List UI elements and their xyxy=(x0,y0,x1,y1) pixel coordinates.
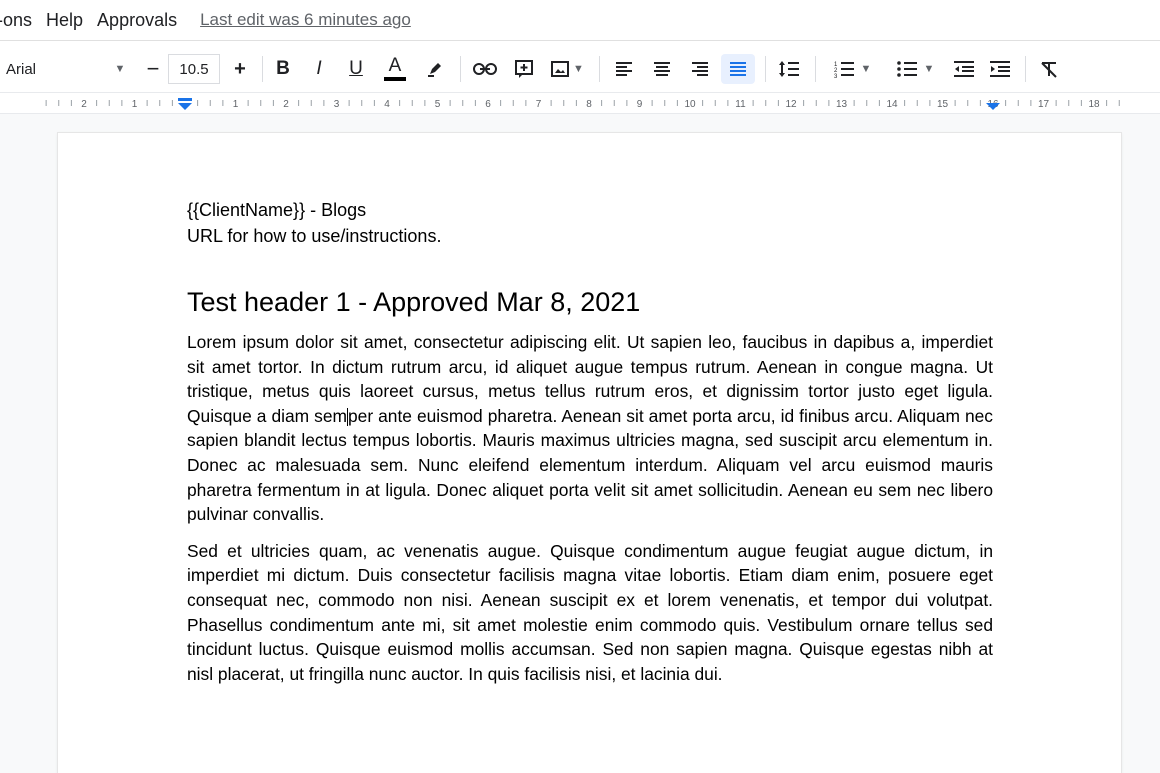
ruler-label: 10 xyxy=(684,99,696,110)
align-center-icon[interactable] xyxy=(648,54,676,84)
ruler-label: 15 xyxy=(937,99,949,110)
menu-approvals[interactable]: Approvals xyxy=(90,10,184,31)
ruler-label: 2 xyxy=(283,99,289,110)
toolbar-divider xyxy=(262,56,263,82)
toolbar-divider xyxy=(1025,56,1026,82)
text-color-label: A xyxy=(388,55,402,76)
font-size-input[interactable]: 10.5 xyxy=(168,54,220,84)
paragraph-1: Lorem ipsum dolor sit amet, consectetur … xyxy=(187,330,993,527)
paragraph-2: Sed et ultricies quam, ac venenatis augu… xyxy=(187,540,993,684)
chevron-down-icon: ▼ xyxy=(114,63,126,75)
ruler-label: 9 xyxy=(637,99,643,110)
decrease-font-size-button[interactable]: − xyxy=(139,54,167,84)
chevron-down-icon: ▼ xyxy=(573,63,584,75)
menu-addons[interactable]: l-ons xyxy=(0,10,39,31)
ruler-label: 12 xyxy=(785,99,797,110)
ruler-label: 18 xyxy=(1088,99,1100,110)
ruler-label: 4 xyxy=(384,99,390,110)
svg-text:3: 3 xyxy=(834,74,838,79)
document-page[interactable]: {{ClientName}} - Blogs URL for how to us… xyxy=(58,133,1121,773)
ruler-label: 7 xyxy=(536,99,542,110)
align-right-icon[interactable] xyxy=(686,54,714,84)
instructions-line: URL for how to use/instructions. xyxy=(187,226,442,246)
text-color-button[interactable]: A xyxy=(380,54,410,84)
left-indent-marker[interactable] xyxy=(178,98,192,110)
decrease-indent-icon[interactable] xyxy=(950,54,978,84)
increase-indent-icon[interactable] xyxy=(986,54,1014,84)
increase-font-size-button[interactable]: + xyxy=(226,54,254,84)
document-body[interactable]: {{ClientName}} - Blogs URL for how to us… xyxy=(187,197,993,698)
ruler-label: 14 xyxy=(886,99,898,110)
align-left-icon[interactable] xyxy=(610,54,638,84)
font-family-dropdown[interactable]: ▼ xyxy=(110,54,130,84)
ruler-label: 13 xyxy=(836,99,848,110)
ruler-label: 11 xyxy=(735,99,746,110)
bold-button[interactable]: B xyxy=(270,54,296,84)
italic-button[interactable]: I xyxy=(306,54,332,84)
add-comment-icon[interactable] xyxy=(510,54,538,84)
link-icon[interactable] xyxy=(470,54,500,84)
ruler-label: 2 xyxy=(81,99,87,110)
clear-formatting-icon[interactable] xyxy=(1035,54,1063,84)
menu-bar: l-ons Help Approvals Last edit was 6 min… xyxy=(0,0,1160,40)
ruler-label: 3 xyxy=(334,99,340,110)
underline-button[interactable]: U xyxy=(343,54,369,84)
ruler-label: 5 xyxy=(435,99,441,110)
ruler-label: 1 xyxy=(233,99,239,110)
numbered-list-icon[interactable]: 123 ▼ xyxy=(826,54,878,84)
ruler-label: 1 xyxy=(132,99,138,110)
last-edit-link[interactable]: Last edit was 6 minutes ago xyxy=(200,10,411,30)
ruler[interactable]: 21123456789101112131415161718 xyxy=(0,92,1160,114)
text-color-bar xyxy=(384,77,406,81)
line-spacing-icon[interactable] xyxy=(774,54,804,84)
toolbar-divider xyxy=(460,56,461,82)
highlight-icon[interactable] xyxy=(421,54,449,84)
toolbar-divider xyxy=(815,56,816,82)
toolbar-divider xyxy=(765,56,766,82)
insert-image-icon[interactable]: ▼ xyxy=(547,54,587,84)
ruler-label: 17 xyxy=(1038,99,1050,110)
ruler-scale: 21123456789101112131415161718 xyxy=(45,98,1120,110)
client-name-line: {{ClientName}} - Blogs xyxy=(187,200,367,220)
menu-help[interactable]: Help xyxy=(39,10,90,31)
bulleted-list-icon[interactable]: ▼ xyxy=(889,54,941,84)
ruler-label: 8 xyxy=(586,99,592,110)
heading-1: Test header 1 - Approved Mar 8, 2021 xyxy=(187,287,641,317)
chevron-down-icon: ▼ xyxy=(860,63,872,75)
chevron-down-icon: ▼ xyxy=(923,63,935,75)
font-family-select[interactable]: Arial xyxy=(6,54,116,84)
toolbar: Arial ▼ − 10.5 + B I U A ▼ 1 2 3 ▼ ▼ xyxy=(0,40,1160,93)
font-name-label: Arial xyxy=(6,60,37,78)
ruler-label: 6 xyxy=(485,99,491,110)
justify-icon[interactable] xyxy=(721,54,755,84)
toolbar-divider xyxy=(599,56,600,82)
